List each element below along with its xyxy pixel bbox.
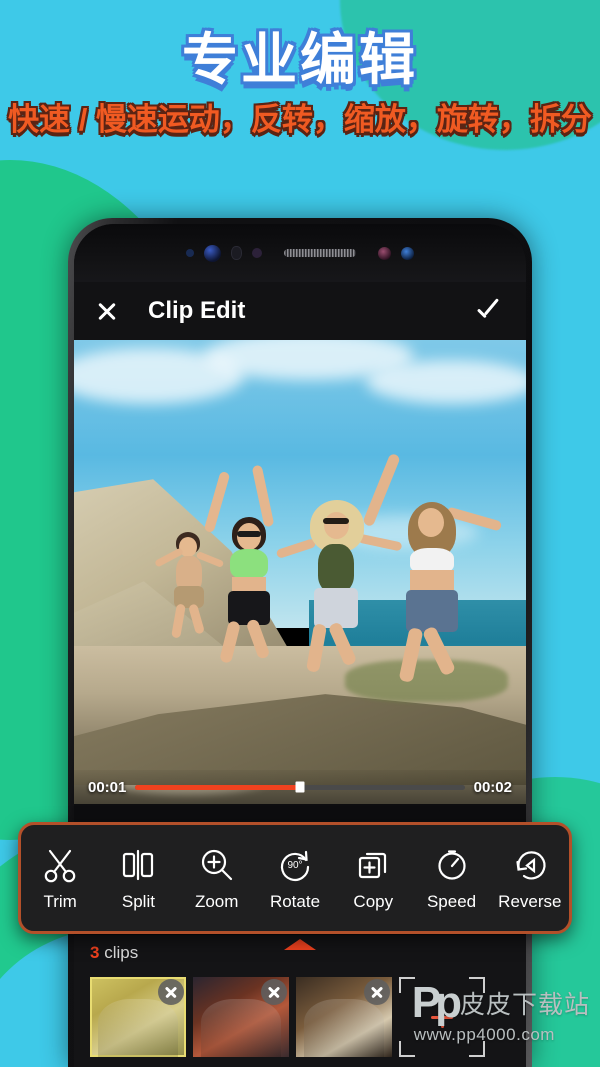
- clip-edit-toolbar: Trim Split Zoom 90° Rotate Copy Speed Re…: [18, 822, 572, 934]
- proximity-sensor-icon: [252, 248, 262, 258]
- rotate-badge-label: 90°: [287, 860, 302, 871]
- person-figure: [154, 532, 225, 642]
- close-circle-icon[interactable]: [158, 979, 184, 1005]
- toolbar-item-label: Speed: [426, 891, 477, 911]
- front-camera-icon: [204, 244, 221, 262]
- clips-list: [90, 977, 510, 1057]
- led-indicator-icon: [378, 246, 391, 260]
- list-item[interactable]: [193, 977, 289, 1057]
- promo-text-block: 专业编辑 快速 / 慢速运动，反转，缩放，旋转，拆分: [0, 0, 600, 137]
- timeline-handle[interactable]: [295, 781, 305, 793]
- clip-thumbnail-subject: [303, 999, 385, 1057]
- close-circle-icon[interactable]: [261, 979, 287, 1005]
- iris-scanner-icon: [231, 246, 242, 260]
- stopwatch-icon: [437, 849, 466, 880]
- current-time-label: 00:01: [88, 778, 127, 796]
- toolbar-item-label: Trim: [43, 891, 77, 911]
- sensor-dot-icon: [186, 249, 194, 257]
- clips-panel: 3 clips: [74, 935, 526, 1067]
- toolbar-item-label: Zoom: [194, 891, 239, 911]
- app-header: Clip Edit: [74, 282, 526, 340]
- close-icon[interactable]: [94, 298, 120, 324]
- magnifier-plus-icon: [201, 849, 232, 880]
- phone-screen: Clip Edit 00:01 00:02 3 clips: [74, 224, 526, 1067]
- light-sensor-icon: [401, 246, 414, 260]
- add-clip-button[interactable]: [399, 977, 485, 1057]
- list-item[interactable]: [90, 977, 186, 1057]
- check-icon[interactable]: [476, 300, 506, 322]
- cloud: [366, 360, 526, 404]
- toolbar-item-trim[interactable]: Trim: [24, 845, 96, 912]
- promo-headline: 专业编辑: [182, 28, 418, 91]
- plus-icon: [431, 1006, 453, 1028]
- close-circle-icon[interactable]: [364, 979, 390, 1005]
- clip-thumbnail-subject: [200, 999, 282, 1057]
- scissors-icon: [44, 849, 76, 882]
- frame-corner: [399, 1041, 415, 1057]
- list-item[interactable]: [296, 977, 392, 1057]
- reverse-arrow-icon: [516, 850, 546, 879]
- frame-corner: [469, 1041, 485, 1057]
- copy-plus-icon: [359, 852, 387, 878]
- toolbar-item-rotate[interactable]: 90° Rotate: [259, 845, 331, 912]
- person-figure: [362, 448, 503, 688]
- toolbar-item-speed[interactable]: Speed: [416, 845, 488, 912]
- phone-mockup: Clip Edit 00:01 00:02 3 clips: [68, 218, 532, 1067]
- timeline-scrubber[interactable]: [135, 781, 465, 793]
- promo-subheadline: 快速 / 慢速运动，反转，缩放，旋转，拆分: [8, 102, 592, 137]
- clip-count-word: clips: [104, 943, 139, 962]
- split-icon: [123, 849, 154, 880]
- toolbar-item-split[interactable]: Split: [102, 845, 174, 912]
- toolbar-item-reverse[interactable]: Reverse: [494, 845, 566, 912]
- clip-thumbnail-subject: [97, 999, 179, 1057]
- toolbar-item-copy[interactable]: Copy: [337, 845, 409, 912]
- rotate-90-icon: 90°: [280, 850, 310, 881]
- page-title: Clip Edit: [148, 297, 246, 324]
- toolbar-item-label: Split: [121, 891, 155, 911]
- chevron-up-icon[interactable]: [284, 939, 316, 950]
- video-preview[interactable]: 00:01 00:02: [74, 340, 526, 804]
- timeline-progress-fill: [135, 784, 300, 790]
- frame-corner: [399, 977, 415, 993]
- clip-count-number: 3: [90, 943, 100, 962]
- toolbar-item-label: Reverse: [498, 891, 562, 911]
- video-timeline: 00:01 00:02: [74, 770, 526, 804]
- earpiece-speaker-icon: [284, 249, 356, 257]
- toolbar-item-label: Rotate: [269, 891, 321, 911]
- phone-top-bezel: [74, 224, 526, 282]
- total-time-label: 00:02: [473, 778, 512, 796]
- toolbar-item-label: Copy: [353, 891, 394, 911]
- frame-corner: [469, 977, 485, 993]
- person-figure: [203, 464, 300, 665]
- preview-scene: [74, 340, 526, 804]
- toolbar-item-zoom[interactable]: Zoom: [181, 845, 253, 912]
